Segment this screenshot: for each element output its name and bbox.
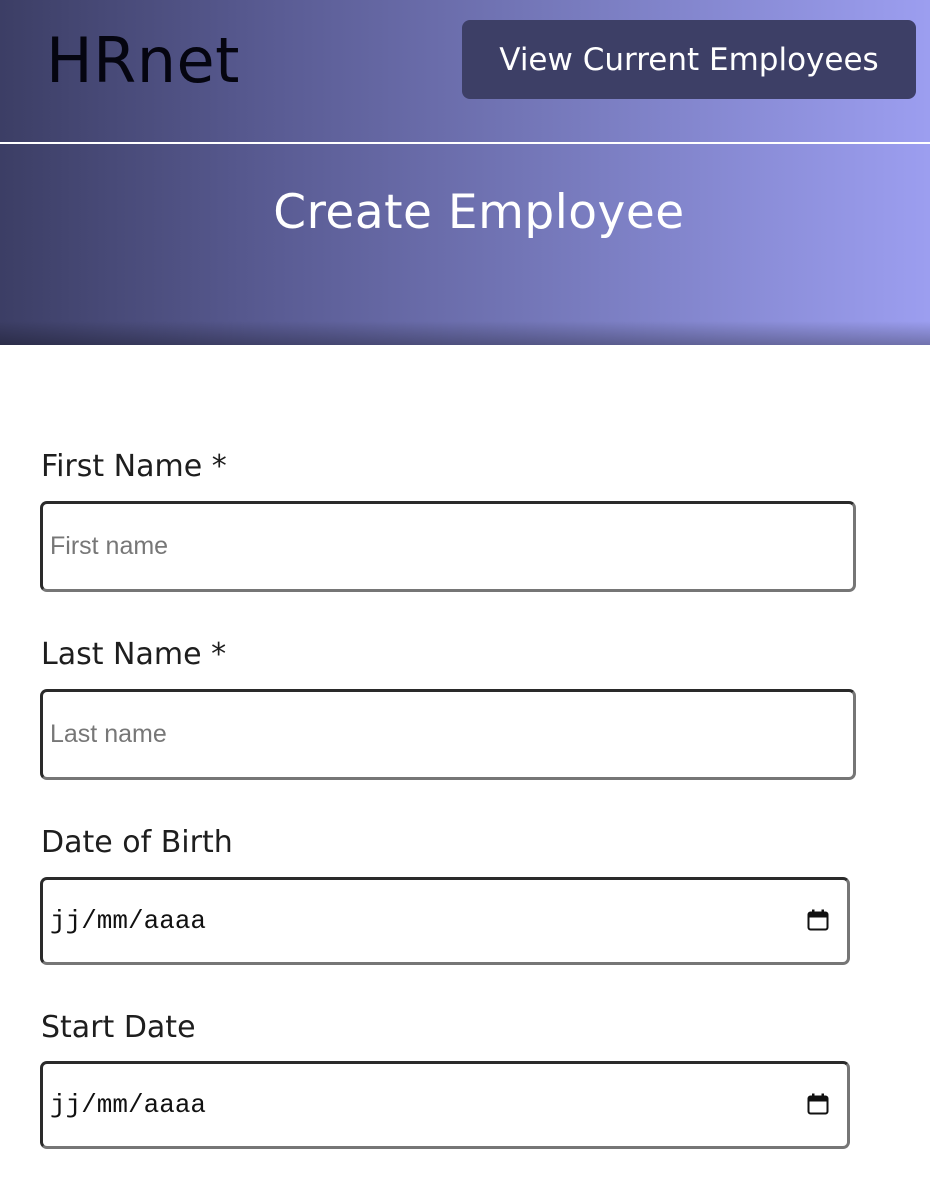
first-name-input[interactable]: [40, 501, 856, 592]
calendar-icon[interactable]: [807, 909, 829, 931]
date-of-birth-input[interactable]: jj/mm/aaaa: [40, 877, 850, 965]
start-date-input[interactable]: jj/mm/aaaa: [40, 1061, 850, 1149]
date-of-birth-format: jj/mm/aaaa: [50, 906, 207, 936]
last-name-input[interactable]: [40, 689, 856, 780]
hrnet-logo[interactable]: HRnet: [46, 24, 240, 98]
start-date-label: Start Date: [41, 1010, 196, 1045]
last-name-label: Last Name *: [41, 637, 227, 672]
date-of-birth-label: Date of Birth: [41, 825, 233, 860]
start-date-format: jj/mm/aaaa: [50, 1090, 207, 1120]
page-header: HRnet View Current Employees Create Empl…: [0, 0, 930, 345]
calendar-icon[interactable]: [807, 1093, 829, 1115]
view-current-employees-button[interactable]: View Current Employees: [462, 20, 916, 99]
top-navigation-bar: HRnet View Current Employees: [0, 0, 930, 144]
first-name-label: First Name *: [41, 449, 227, 484]
page-title: Create Employee: [273, 185, 685, 240]
